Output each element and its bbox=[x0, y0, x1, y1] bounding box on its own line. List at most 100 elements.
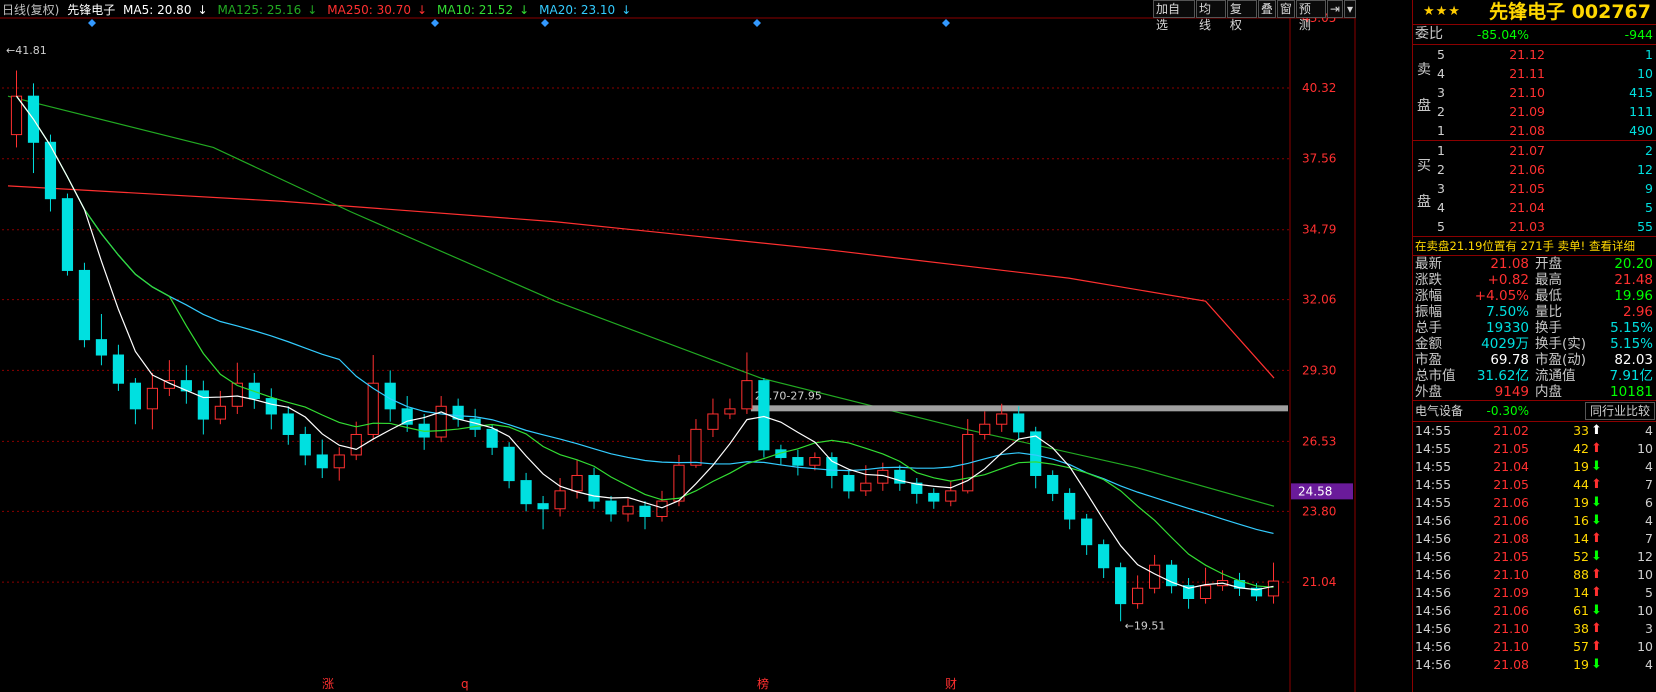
event-marker[interactable]: 财 bbox=[945, 677, 957, 691]
tick-price: 21.10 bbox=[1493, 621, 1529, 636]
event-marker[interactable]: 涨 bbox=[322, 676, 334, 691]
quote-row: 涨幅 +4.05% 最低 19.96 bbox=[1413, 288, 1656, 304]
order-book-row[interactable]: 5 21.12 1 bbox=[1413, 45, 1656, 64]
toolbar-button[interactable]: 预测 bbox=[1295, 0, 1326, 32]
ma-legend-label: MA20: 23.10 bbox=[539, 3, 616, 17]
tick-row: 14:56 21.08 14 ⬆ 7 bbox=[1413, 530, 1656, 548]
book-level: 2 bbox=[1437, 162, 1445, 177]
candle-body bbox=[95, 339, 108, 356]
tick-volume: 57 bbox=[1573, 639, 1589, 654]
candle-body bbox=[843, 474, 855, 492]
candle-body bbox=[44, 141, 57, 200]
ma-legend-label: MA5: 20.80 bbox=[123, 3, 192, 17]
tick-price: 21.05 bbox=[1493, 477, 1529, 492]
toolbar-button[interactable]: 复权 bbox=[1226, 0, 1257, 32]
quote-table: 最新 21.08 开盘 20.20 涨跌 +0.82 最高 21.48 涨幅 +4.05% 最低 19… bbox=[1413, 256, 1656, 400]
quote-label: 振幅 bbox=[1415, 304, 1442, 320]
y-tick-label: 23.80 bbox=[1302, 504, 1336, 518]
tick-row: 14:55 21.06 19 ⬇ 6 bbox=[1413, 494, 1656, 512]
industry-row: 电气设备 -0.30% 同行业比较 bbox=[1413, 400, 1656, 422]
tick-count: 3 bbox=[1645, 621, 1653, 636]
candle-body bbox=[520, 480, 532, 505]
quote-row: 金额 4029万 换手(实) 5.15% bbox=[1413, 336, 1656, 352]
quote-value: 7.91亿 bbox=[1609, 368, 1653, 384]
tick-row: 14:55 21.05 44 ⬆ 7 bbox=[1413, 476, 1656, 494]
quote-value: 4029万 bbox=[1481, 336, 1529, 352]
tick-volume: 19 bbox=[1573, 495, 1589, 510]
up-arrow-icon: ⬆ bbox=[1591, 423, 1602, 438]
book-level: 3 bbox=[1437, 181, 1445, 196]
tick-row: 14:56 21.06 16 ⬇ 4 bbox=[1413, 512, 1656, 530]
book-price: 21.04 bbox=[1509, 200, 1545, 215]
kline-chart-area[interactable]: 43.05 40.32 37.56 34.79 32.06 29.30 26.53 23.80… bbox=[0, 0, 1356, 692]
tick-price: 21.05 bbox=[1493, 549, 1529, 564]
tick-time: 14:55 bbox=[1415, 495, 1452, 510]
kline-chart[interactable]: 43.0540.3237.5634.7932.0629.3026.5323.80… bbox=[0, 0, 1356, 692]
toolbar-button[interactable]: 窗 bbox=[1276, 0, 1295, 18]
order-book-row[interactable]: 1 21.08 490 bbox=[1413, 121, 1656, 140]
quote-value: +0.82 bbox=[1487, 272, 1529, 288]
toolbar-button[interactable]: 加自选 bbox=[1153, 0, 1195, 32]
order-book-row[interactable]: 3 21.10 415 bbox=[1413, 83, 1656, 102]
candle-body bbox=[741, 380, 753, 410]
range-band bbox=[750, 405, 1288, 412]
candle-body bbox=[1132, 587, 1144, 605]
tick-volume: 52 bbox=[1573, 549, 1589, 564]
candle-body bbox=[78, 269, 91, 341]
event-marker[interactable]: 榜 bbox=[757, 676, 769, 691]
order-book-row[interactable]: 3 21.05 9 bbox=[1413, 179, 1656, 198]
industry-compare-button[interactable]: 同行业比较 bbox=[1584, 402, 1655, 420]
toolbar-button[interactable]: ⇥ bbox=[1326, 0, 1343, 18]
quote-row: 最新 21.08 开盘 20.20 bbox=[1413, 256, 1656, 272]
big-order-notice[interactable]: 在卖盘21.19位置有 271手 卖单! 查看详细 bbox=[1413, 237, 1656, 256]
tick-count: 12 bbox=[1637, 549, 1653, 564]
candle-body bbox=[61, 198, 74, 271]
book-volume: 10 bbox=[1637, 66, 1653, 81]
toolbar-button[interactable]: ▾ bbox=[1343, 0, 1356, 18]
chart-label: 日线(复权) bbox=[2, 3, 60, 17]
weibi-value: -944 bbox=[1624, 27, 1653, 42]
sell-order-book: 卖盘 5 21.12 1 4 21.11 10 3 21.10 415 2 21.09 111 1 21.0… bbox=[1413, 45, 1656, 141]
book-price: 21.09 bbox=[1509, 104, 1545, 119]
quote-row: 总手 19330 换手 5.15% bbox=[1413, 320, 1656, 336]
up-arrow-icon: ⬆ bbox=[1591, 441, 1602, 456]
industry-name[interactable]: 电气设备 bbox=[1415, 401, 1463, 421]
up-arrow-icon: ⬆ bbox=[1591, 567, 1602, 582]
down-arrow-icon: ↓ bbox=[621, 3, 632, 17]
toolbar-button[interactable]: 均线 bbox=[1195, 0, 1226, 32]
order-book-row[interactable]: 1 21.07 2 bbox=[1413, 141, 1656, 160]
tick-time: 14:56 bbox=[1415, 549, 1452, 564]
quote-row: 外盘 9149 内盘 10181 bbox=[1413, 384, 1656, 400]
quote-row: 涨跌 +0.82 最高 21.48 bbox=[1413, 272, 1656, 288]
book-price: 21.12 bbox=[1509, 47, 1545, 62]
book-volume: 12 bbox=[1637, 162, 1653, 177]
down-arrow-icon: ↓ bbox=[197, 3, 208, 17]
candle-body bbox=[1199, 585, 1212, 599]
tick-count: 4 bbox=[1645, 657, 1653, 672]
event-marker[interactable]: q bbox=[461, 677, 469, 691]
book-price: 21.07 bbox=[1509, 143, 1545, 158]
order-book-row[interactable]: 4 21.04 5 bbox=[1413, 198, 1656, 217]
order-book-row[interactable]: 5 21.03 55 bbox=[1413, 217, 1656, 236]
toolbar-button[interactable]: 叠 bbox=[1257, 0, 1276, 18]
order-book-row[interactable]: 4 21.11 10 bbox=[1413, 64, 1656, 83]
candle-body bbox=[945, 490, 957, 502]
book-volume: 490 bbox=[1629, 123, 1653, 138]
quote-label: 总手 bbox=[1415, 320, 1442, 336]
candle-body bbox=[588, 474, 600, 502]
book-volume: 9 bbox=[1645, 181, 1653, 196]
quote-label: 换手 bbox=[1535, 320, 1562, 336]
ma-legend-item: MA10: 21.52 ↓ bbox=[437, 3, 533, 17]
quote-value: 19.96 bbox=[1614, 288, 1653, 304]
quote-label: 涨跌 bbox=[1415, 272, 1442, 288]
order-book-row[interactable]: 2 21.06 12 bbox=[1413, 160, 1656, 179]
quote-label: 量比 bbox=[1535, 304, 1562, 320]
tick-time: 14:56 bbox=[1415, 639, 1452, 654]
y-tick-label: 21.04 bbox=[1302, 575, 1336, 589]
order-book-row[interactable]: 2 21.09 111 bbox=[1413, 102, 1656, 121]
candle-body bbox=[605, 500, 617, 515]
book-volume: 1 bbox=[1645, 47, 1653, 62]
tick-time: 14:56 bbox=[1415, 531, 1452, 546]
candle-body bbox=[656, 500, 668, 517]
tick-row: 14:55 21.02 33 ⬆ 4 bbox=[1413, 422, 1656, 440]
